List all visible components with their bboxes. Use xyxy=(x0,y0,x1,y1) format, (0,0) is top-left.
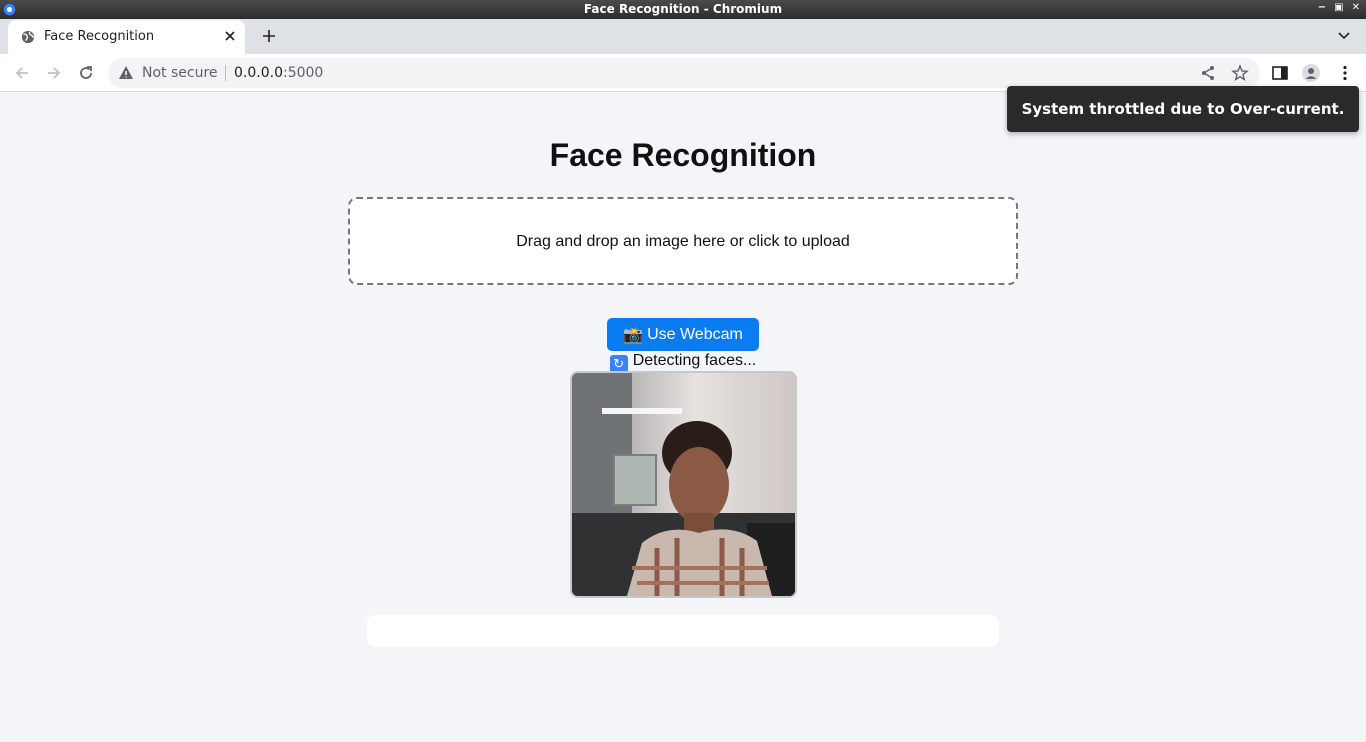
results-panel xyxy=(367,615,999,647)
page-content: Face Recognition Drag and drop an image … xyxy=(0,93,1366,742)
status-text: Detecting faces... xyxy=(632,352,757,369)
close-tab-icon[interactable] xyxy=(222,28,238,44)
detection-status: ↻ Detecting faces... xyxy=(0,352,1366,373)
dropzone-text: Drag and drop an image here or click to … xyxy=(516,233,850,250)
tab-title: Face Recognition xyxy=(44,29,155,44)
image-dropzone[interactable]: Drag and drop an image here or click to … xyxy=(348,197,1018,285)
url-text[interactable]: 0.0.0.0:5000 xyxy=(234,65,323,81)
security-label[interactable]: Not secure xyxy=(142,65,218,81)
chevron-down-icon[interactable] xyxy=(1337,29,1351,43)
warning-icon[interactable] xyxy=(118,65,134,81)
bookmark-star-icon[interactable] xyxy=(1231,64,1249,82)
url-port: :5000 xyxy=(282,65,324,81)
window-title: Face Recognition - Chromium xyxy=(583,2,783,16)
address-bar[interactable]: Not secure 0.0.0.0:5000 xyxy=(108,58,1260,88)
notification-text: System throttled due to Over-current. xyxy=(1021,100,1345,118)
more-menu-icon[interactable] xyxy=(1336,64,1354,82)
camera-icon: 📸 xyxy=(623,326,644,344)
maximize-icon[interactable]: ▣ xyxy=(1334,2,1343,13)
address-divider xyxy=(225,65,226,81)
close-window-icon[interactable]: ✕ xyxy=(1352,2,1360,13)
tab-strip: Face Recognition xyxy=(0,19,1366,54)
reload-icon[interactable] xyxy=(77,64,95,82)
forward-icon[interactable] xyxy=(45,64,63,82)
system-notification: System throttled due to Over-current. xyxy=(1007,86,1359,132)
url-host: 0.0.0.0 xyxy=(234,65,283,81)
back-icon[interactable] xyxy=(13,64,31,82)
globe-icon xyxy=(21,30,35,44)
side-panel-icon[interactable] xyxy=(1271,64,1289,82)
use-webcam-button[interactable]: 📸 Use Webcam xyxy=(607,318,759,351)
tab-face-recognition[interactable]: Face Recognition xyxy=(8,20,245,54)
webcam-button-label: Use Webcam xyxy=(647,325,743,343)
window-controls: − ▣ ✕ xyxy=(1318,2,1360,13)
share-icon[interactable] xyxy=(1199,64,1217,82)
window-titlebar: Face Recognition - Chromium − ▣ ✕ xyxy=(0,0,1366,19)
new-tab-icon[interactable] xyxy=(261,28,277,44)
profile-avatar-icon[interactable] xyxy=(1302,64,1320,82)
webcam-feed-image xyxy=(572,373,795,596)
webcam-preview xyxy=(570,371,797,598)
minimize-icon[interactable]: − xyxy=(1318,2,1326,13)
page-title: Face Recognition xyxy=(549,137,817,173)
